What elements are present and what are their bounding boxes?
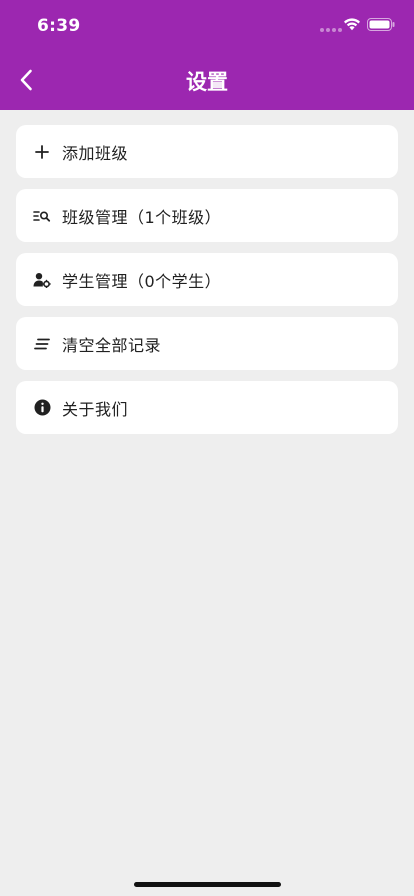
menu-item-label: 添加班级: [62, 143, 129, 163]
navigation-bar: 设置: [0, 58, 414, 102]
settings-menu: 添加班级 班级管理（1个班级） 学生管理（0个学生） 清空全部记录 关于我们: [16, 125, 398, 445]
app-header: 6:39 设置: [0, 0, 414, 110]
status-bar: 6:39: [0, 0, 414, 48]
cellular-signal-icon: [320, 28, 342, 32]
user-gear-icon: [32, 270, 52, 290]
info-icon: [32, 398, 52, 418]
menu-item-label: 班级管理（1个班级）: [62, 207, 222, 227]
page-title: 设置: [186, 70, 228, 94]
menu-item-label: 关于我们: [62, 399, 129, 419]
menu-item-label: 学生管理（0个学生）: [62, 271, 222, 291]
menu-item-add-class[interactable]: 添加班级: [16, 125, 398, 178]
status-time: 6:39: [37, 16, 81, 36]
home-indicator[interactable]: [134, 882, 281, 887]
menu-item-class-management[interactable]: 班级管理（1个班级）: [16, 189, 398, 242]
menu-item-clear-records[interactable]: 清空全部记录: [16, 317, 398, 370]
plus-icon: [32, 142, 52, 162]
menu-item-label: 清空全部记录: [62, 335, 162, 355]
list-search-icon: [32, 206, 52, 226]
menu-item-student-management[interactable]: 学生管理（0个学生）: [16, 253, 398, 306]
battery-icon: [367, 18, 395, 31]
wifi-icon: [344, 18, 360, 31]
clear-lines-icon: [32, 334, 52, 354]
menu-item-about-us[interactable]: 关于我们: [16, 381, 398, 434]
